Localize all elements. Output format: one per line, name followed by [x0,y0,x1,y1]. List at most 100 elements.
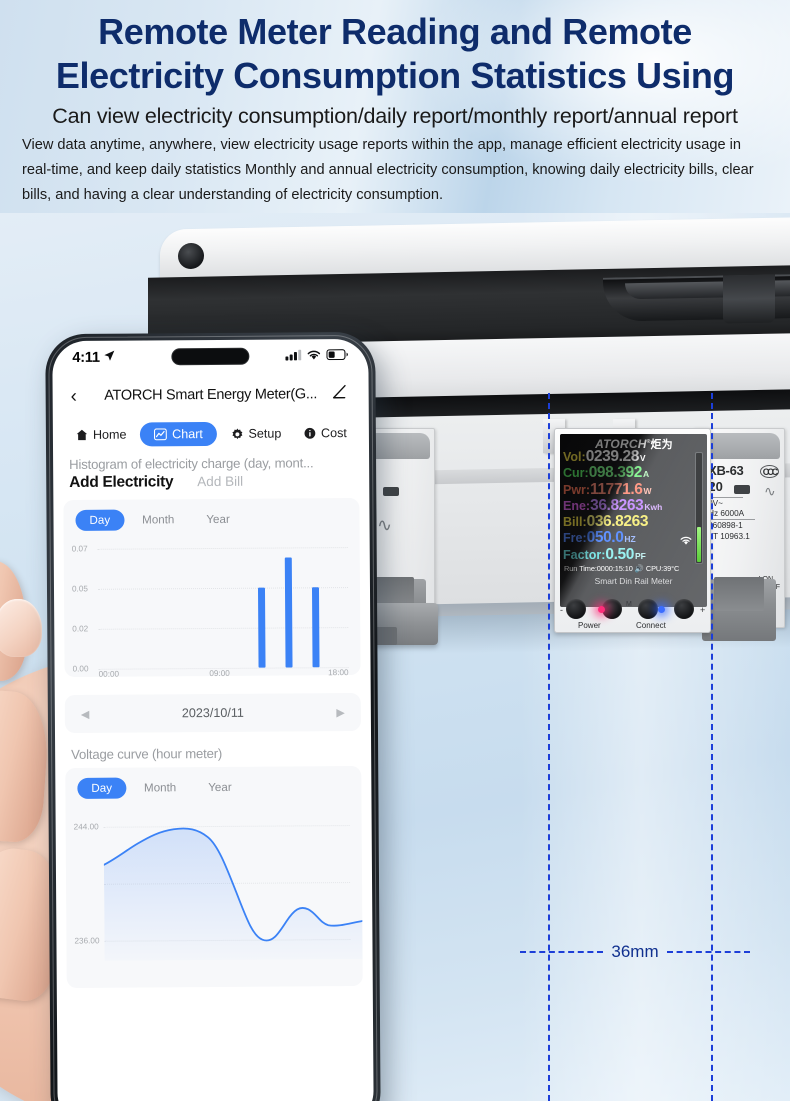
reading-label: Bill: [563,515,587,530]
breaker-indicator-window [383,487,399,496]
reading-value: 0.50 [605,545,634,563]
tab-cost[interactable]: Cost [295,421,355,445]
handle-center-block [723,274,775,324]
phone-screen: 4:11 ‹ ATORCH Smart Energy Meter(G... Ho… [52,338,374,1101]
home-icon [75,428,88,441]
info-circle-icon [303,427,316,440]
range-option-month[interactable]: Month [130,777,190,798]
tab-cost-label: Cost [320,426,347,441]
dimension-dash-right [666,951,751,953]
y-tick-0.05: 0.05 [71,584,88,594]
app-tab-bar: Home Chart Setup Cost [53,415,369,455]
cellular-signal-icon [285,347,302,365]
dimension-line-right [711,393,713,1101]
dimension-dash-left [520,951,604,953]
range-option-year[interactable]: Year [192,509,244,530]
fingernail [0,599,42,657]
histogram-card: Day Month Year 0.07 0.05 0.02 0.00 00:00… [63,497,361,679]
reading-label: Vol: [563,450,586,464]
page-title-line-1: Remote Meter Reading and Remote [98,11,692,52]
page-description: View data anytime, anywhere, view electr… [22,136,754,203]
y-tick-0.00: 0.00 [72,664,89,674]
finger-middle [0,688,54,933]
breaker-indicator-window [734,485,750,494]
connect-led-label: Connect [636,621,666,630]
range-option-day[interactable]: Day [77,777,127,799]
finger-index [0,561,42,681]
reading-label: Factor: [563,547,606,562]
battery-icon [326,347,348,365]
tab-home[interactable]: Home [67,423,135,447]
meter-subtitle: Smart Din Rail Meter [594,576,673,586]
power-led-indicator [598,606,605,613]
meter-button-row: - + M Power Connect [560,597,707,631]
breaker-lever[interactable] [702,577,776,641]
voltage-curve-card: Day Month Year 244.00 236.00 [65,765,363,989]
add-bill-tab[interactable]: Add Bill [197,474,243,489]
status-bar-right [285,347,348,365]
breaker-lever-slot [714,577,764,611]
connect-led-indicator [658,606,665,613]
meter-mode-button[interactable] [602,599,622,619]
chevron-left-icon[interactable]: ‹ [71,385,91,406]
tab-chart[interactable]: Chart [140,421,217,447]
tab-home-label: Home [92,427,127,442]
voltage-curve-title: Voltage curve (hour meter) [71,745,223,762]
histogram-bar[interactable] [257,587,266,668]
meter-minus-button[interactable] [566,599,586,619]
range-option-month[interactable]: Month [128,509,188,530]
speaker-icon: 🔊 [634,564,644,573]
y-tick-244: 244.00 [73,822,99,832]
histogram-bar[interactable] [311,587,320,668]
minus-sign-label: - [560,605,563,615]
meter-runtime-row: Run Time:0000:15:10 🔊 CPU:39°C [564,564,704,573]
page-subtitle: Can view electricity consumption/daily r… [52,103,738,128]
plus-sign-label: + [700,605,706,615]
atorch-smart-energy-meter: ATORCH®炬为 Vol: 0239.28 V Cur: 098.392 A … [554,428,711,633]
range-option-year[interactable]: Year [194,777,246,798]
chart-line-icon [154,428,168,441]
reading-unit: A [642,469,650,480]
selected-date: 2023/10/11 [181,705,244,721]
reading-unit: PF [634,550,646,561]
meter-plus-button[interactable] [674,599,694,619]
tab-setup[interactable]: Setup [222,421,289,445]
page-title: Remote Meter Reading and Remote Electric… [0,0,790,98]
dimension-label: 36mm [611,942,659,961]
triangle-right-icon[interactable]: ▶ [336,706,345,719]
app-nav-bar: ‹ ATORCH Smart Energy Meter(G... [52,373,368,417]
product-photo-stage: NXB-63 C63 400V~ 50Hz 6000A IEC60898-1 G… [0,213,790,1101]
histogram-range-selector: Day Month Year [71,508,351,531]
meter-reading-bill: Bill: 036.8263 [563,513,699,530]
range-option-day[interactable]: Day [75,509,125,531]
meter-reading-voltage: Vol: 0239.28 V [563,448,699,465]
status-bar: 4:11 [52,339,368,375]
reading-label: Ene: [563,498,591,513]
y-tick-236: 236.00 [74,936,100,946]
pencil-edit-icon[interactable] [331,384,351,405]
reading-value: 098.392 [588,464,643,482]
histogram-x-axis: 00:00 09:00 18:00 [99,668,349,682]
hero-header: Remote Meter Reading and Remote Electric… [0,0,790,213]
status-time: 4:11 [72,349,100,366]
y-tick-0.02: 0.02 [72,624,89,634]
triangle-left-icon[interactable]: ◀ [81,707,90,720]
meter-cpu-temp: CPU:39°C [645,564,680,573]
x-tick-0900: 09:00 [209,668,230,679]
histogram-mode-row: Add Electricity Add Bill [53,470,369,500]
histogram-bar[interactable] [284,557,293,668]
dimension-line-left [548,393,550,1101]
mode-label: M [626,601,632,608]
fingernail [0,862,54,933]
dimension-measure-row: 36mm [520,940,751,964]
add-electricity-tab[interactable]: Add Electricity [69,473,173,492]
meter-set-button[interactable] [638,599,658,619]
gear-icon [230,427,243,440]
histogram-caption: Histogram of electricity charge (day, mo… [69,455,314,472]
wifi-icon [679,534,693,549]
histogram-plot: 0.07 0.05 0.02 0.00 00:00 09:00 18:00 [71,539,353,678]
status-bar-left: 4:11 [72,349,116,367]
power-led-label: Power [578,621,601,630]
breaker-trip-curve-icon: ∿ [377,515,393,535]
app-title: ATORCH Smart Energy Meter(G... [104,386,318,404]
